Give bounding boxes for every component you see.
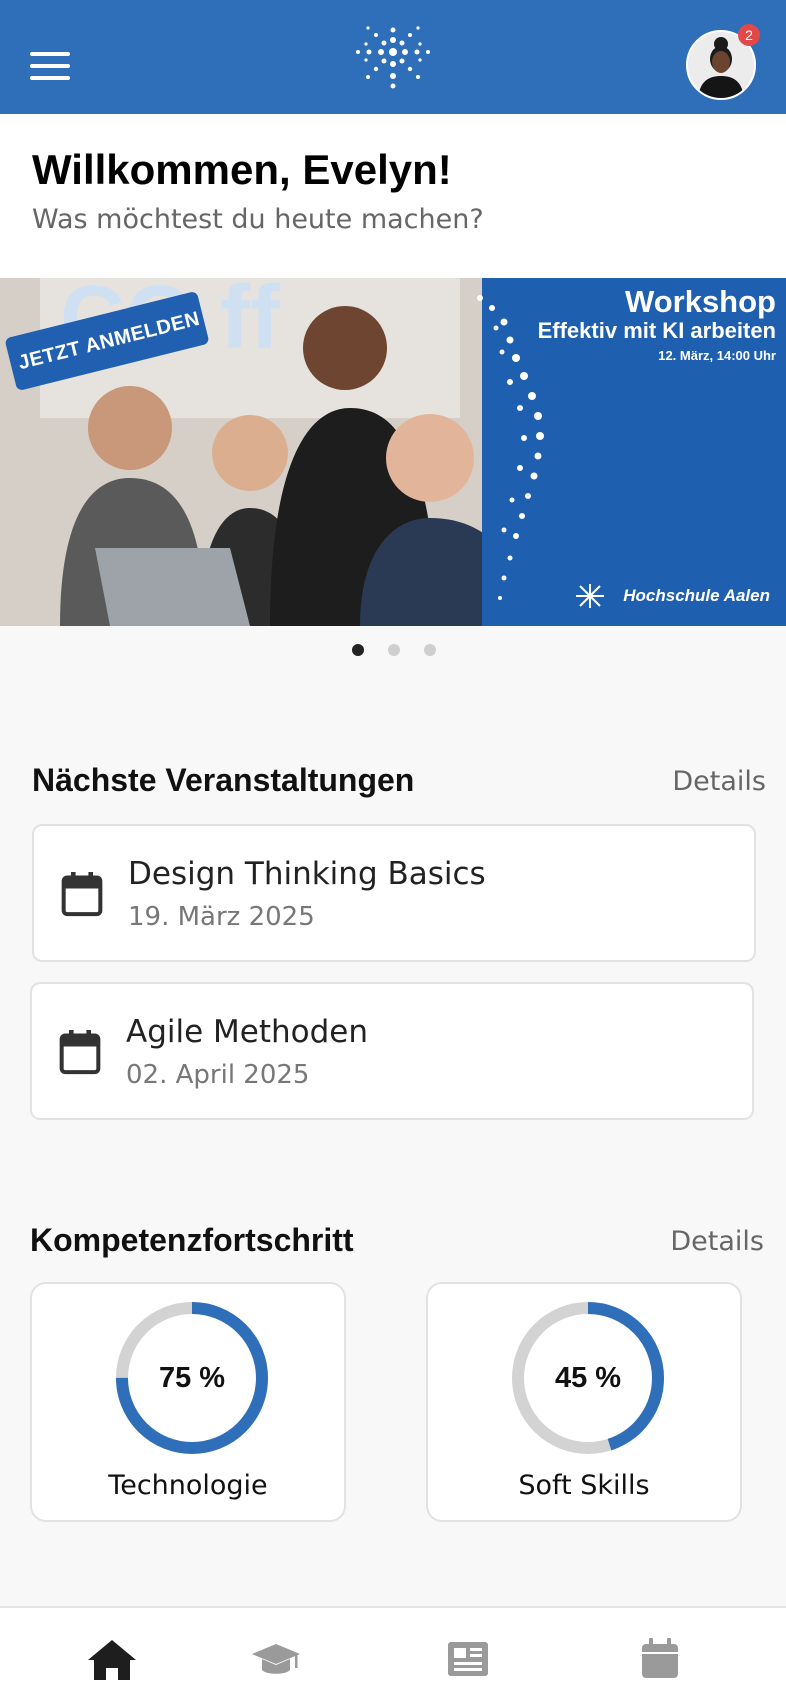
logo-icon bbox=[356, 26, 430, 89]
progress-value: 45 % bbox=[554, 1362, 622, 1394]
menu-button[interactable] bbox=[28, 48, 72, 84]
progress-card-technologie[interactable]: 75 % Technologie bbox=[30, 1282, 346, 1522]
carousel-dot-1[interactable] bbox=[352, 644, 364, 656]
banner-brand: Hochschule Aalen bbox=[623, 586, 770, 605]
competence-details-link[interactable]: Details bbox=[670, 1226, 764, 1257]
nav-news[interactable] bbox=[440, 1634, 496, 1684]
event-date: 02. April 2025 bbox=[126, 1060, 310, 1090]
progress-label: Technologie bbox=[108, 1470, 268, 1501]
banner-subtitle: Effektiv mit KI arbeiten bbox=[537, 318, 776, 343]
page-title: Willkommen, Evelyn! bbox=[32, 146, 452, 193]
menu-icon-bar bbox=[30, 64, 70, 68]
event-card-1[interactable]: Design Thinking Basics 19. März 2025 bbox=[32, 824, 756, 962]
event-card-2[interactable]: Agile Methoden 02. April 2025 bbox=[30, 982, 754, 1120]
brand-star-icon bbox=[576, 584, 604, 608]
event-date: 19. März 2025 bbox=[128, 902, 315, 932]
calendar-icon bbox=[61, 872, 103, 917]
progress-value: 75 % bbox=[158, 1362, 226, 1394]
news-icon bbox=[448, 1642, 488, 1676]
events-title: Nächste Veranstaltungen bbox=[32, 762, 415, 798]
menu-icon-bar bbox=[30, 52, 70, 56]
banner-title: Workshop bbox=[625, 284, 776, 319]
competence-title: Kompetenzfortschritt bbox=[30, 1222, 354, 1258]
nav-home[interactable] bbox=[84, 1634, 140, 1684]
register-cta[interactable]: JETZT ANMELDEN bbox=[0, 278, 240, 398]
app-header: 2 bbox=[0, 0, 786, 114]
graduation-cap-icon bbox=[252, 1644, 300, 1674]
banner-date: 12. März, 14:00 Uhr bbox=[658, 348, 776, 363]
event-title: Design Thinking Basics bbox=[128, 856, 486, 892]
welcome-section: Willkommen, Evelyn! Was möchtest du heut… bbox=[0, 114, 786, 278]
progress-label: Soft Skills bbox=[518, 1470, 650, 1501]
carousel-indicator bbox=[0, 642, 786, 658]
events-details-link[interactable]: Details bbox=[672, 766, 766, 797]
progress-card-soft-skills[interactable]: 45 % Soft Skills bbox=[426, 1282, 742, 1522]
carousel-dot-3[interactable] bbox=[424, 644, 436, 656]
profile-avatar-button[interactable]: 2 bbox=[686, 24, 760, 102]
home-icon bbox=[88, 1640, 136, 1680]
notification-badge: 2 bbox=[738, 24, 760, 46]
menu-icon-bar bbox=[30, 76, 70, 80]
calendar-icon bbox=[642, 1638, 678, 1678]
nav-courses[interactable] bbox=[248, 1634, 304, 1684]
event-title: Agile Methoden bbox=[126, 1014, 369, 1050]
calendar-icon bbox=[59, 1030, 101, 1075]
bottom-navigation bbox=[0, 1606, 786, 1704]
promo-banner[interactable]: CO ff Workshop Effektiv mit KI arbeiten bbox=[0, 278, 786, 626]
nav-calendar[interactable] bbox=[632, 1634, 688, 1684]
carousel-dot-2[interactable] bbox=[388, 644, 400, 656]
page-subtitle: Was möchtest du heute machen? bbox=[32, 204, 484, 235]
